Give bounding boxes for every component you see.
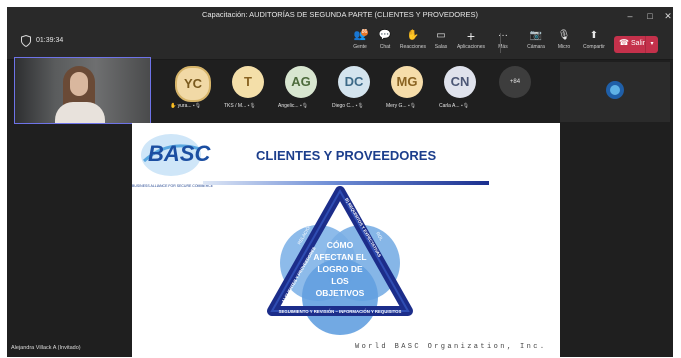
rooms-icon: ▭ bbox=[436, 30, 446, 41]
participant-avatar-mg[interactable]: MG bbox=[391, 66, 423, 98]
minimize-button[interactable]: – bbox=[619, 7, 641, 25]
participant-avatar-dc[interactable]: DC bbox=[338, 66, 370, 98]
apps-icon: + bbox=[466, 28, 476, 44]
more-icon: ··· bbox=[498, 30, 508, 41]
participant-video-tile[interactable] bbox=[14, 57, 151, 124]
reactions-label: Reacciones bbox=[399, 44, 427, 50]
reactions-icon: ✋ bbox=[406, 30, 420, 41]
organizer-logo-tile[interactable] bbox=[560, 62, 670, 122]
raised-hand-icon: ✋ bbox=[170, 103, 177, 109]
center-line-3: LOGRO DE bbox=[317, 264, 363, 274]
chat-button[interactable]: 💬 Chat bbox=[370, 28, 400, 50]
center-line-5: OBJETIVOS bbox=[316, 288, 365, 298]
participant-name-t: TKS / M... ▪🎙 bbox=[224, 103, 256, 109]
mic-icon: 🎙 bbox=[557, 30, 571, 41]
participant-name-cn: Carla A... ▪🎙 bbox=[439, 103, 470, 109]
center-line-1: CÓMO bbox=[327, 239, 354, 250]
shield-icon bbox=[21, 35, 31, 47]
title-bar: Capacitación: AUDITORÍAS DE SEGUNDA PART… bbox=[7, 7, 673, 25]
participant-avatar-t[interactable]: T bbox=[232, 66, 264, 98]
share-label: Compartir bbox=[583, 44, 605, 50]
slide-title: CLIENTES Y PROVEEDORES bbox=[256, 148, 437, 163]
more-button[interactable]: ··· Más bbox=[488, 28, 518, 50]
phone-icon: ☎ bbox=[619, 38, 629, 47]
rooms-label: Salas bbox=[434, 44, 448, 50]
meeting-timer: 01:39:34 bbox=[36, 37, 64, 44]
meeting-toolbar: 01:39:34 👥 86 Gente 💬 Chat ✋ Reacciones ▭… bbox=[7, 25, 673, 60]
chevron-down-icon[interactable]: ▾ bbox=[645, 36, 658, 53]
toolbar-divider bbox=[500, 33, 501, 53]
mic-button[interactable]: 🎙 Micro bbox=[549, 28, 579, 50]
participant-avatar-cn[interactable]: CN bbox=[444, 66, 476, 98]
participant-avatar-ag[interactable]: AG bbox=[285, 66, 317, 98]
shared-slide: BASC BUSINESS ALLIANCE FOR SECURE COMMER… bbox=[132, 123, 560, 357]
camera-icon: 📷 bbox=[529, 30, 543, 41]
close-button[interactable]: ✕ bbox=[657, 7, 673, 25]
chat-icon: 💬 bbox=[378, 30, 392, 41]
more-label: Más bbox=[498, 44, 508, 50]
bottom-side-label: SEGUIMIENTO Y REVISIÓN – INFORMACIÓN Y R… bbox=[279, 309, 402, 314]
rooms-button[interactable]: ▭ Salas bbox=[426, 28, 456, 50]
camera-label: Cámara bbox=[527, 44, 545, 50]
participant-avatar-yc[interactable]: YC bbox=[175, 66, 211, 102]
camera-button[interactable]: 📷 Cámara bbox=[521, 28, 551, 50]
mic-label: Micro bbox=[557, 44, 571, 50]
apps-button[interactable]: + Aplicaciones bbox=[456, 28, 486, 50]
slide-footer: World BASC Organization, Inc. bbox=[355, 343, 547, 351]
people-count-badge: 86 bbox=[361, 29, 368, 36]
window-title: Capacitación: AUDITORÍAS DE SEGUNDA PART… bbox=[201, 10, 479, 19]
teams-meeting-window: Capacitación: AUDITORÍAS DE SEGUNDA PART… bbox=[7, 7, 673, 357]
basc-logo: BASC bbox=[138, 131, 210, 179]
apps-label: Aplicaciones bbox=[456, 44, 486, 50]
participant-name-yc: ✋ yura... ▪🎙 bbox=[170, 103, 202, 109]
share-icon: ⬆ bbox=[589, 30, 599, 41]
reactions-button[interactable]: ✋ Reacciones bbox=[398, 28, 428, 50]
leave-label: Salir bbox=[631, 40, 646, 47]
participant-name-ag: Angelic... ▪🎙 bbox=[278, 103, 309, 109]
center-line-2: AFECTAN EL bbox=[313, 252, 366, 262]
presenter-name-label: Alejandra Villack A (Invitado) bbox=[11, 345, 81, 351]
chat-label: Chat bbox=[379, 44, 391, 50]
leave-button[interactable]: ☎ Salir ▾ bbox=[614, 36, 658, 53]
participant-name-mg: Mery G... ▪🎙 bbox=[386, 103, 417, 109]
center-line-4: LOS bbox=[331, 276, 349, 286]
share-button[interactable]: ⬆ Compartir bbox=[579, 28, 609, 50]
participant-name-dc: Diego C... ▪🎙 bbox=[332, 103, 364, 109]
triangle-diagram: CÓMO AFECTAN EL LOGRO DE LOS OBJETIVOS A… bbox=[267, 186, 413, 335]
more-participants-button[interactable]: +84 bbox=[499, 66, 531, 98]
